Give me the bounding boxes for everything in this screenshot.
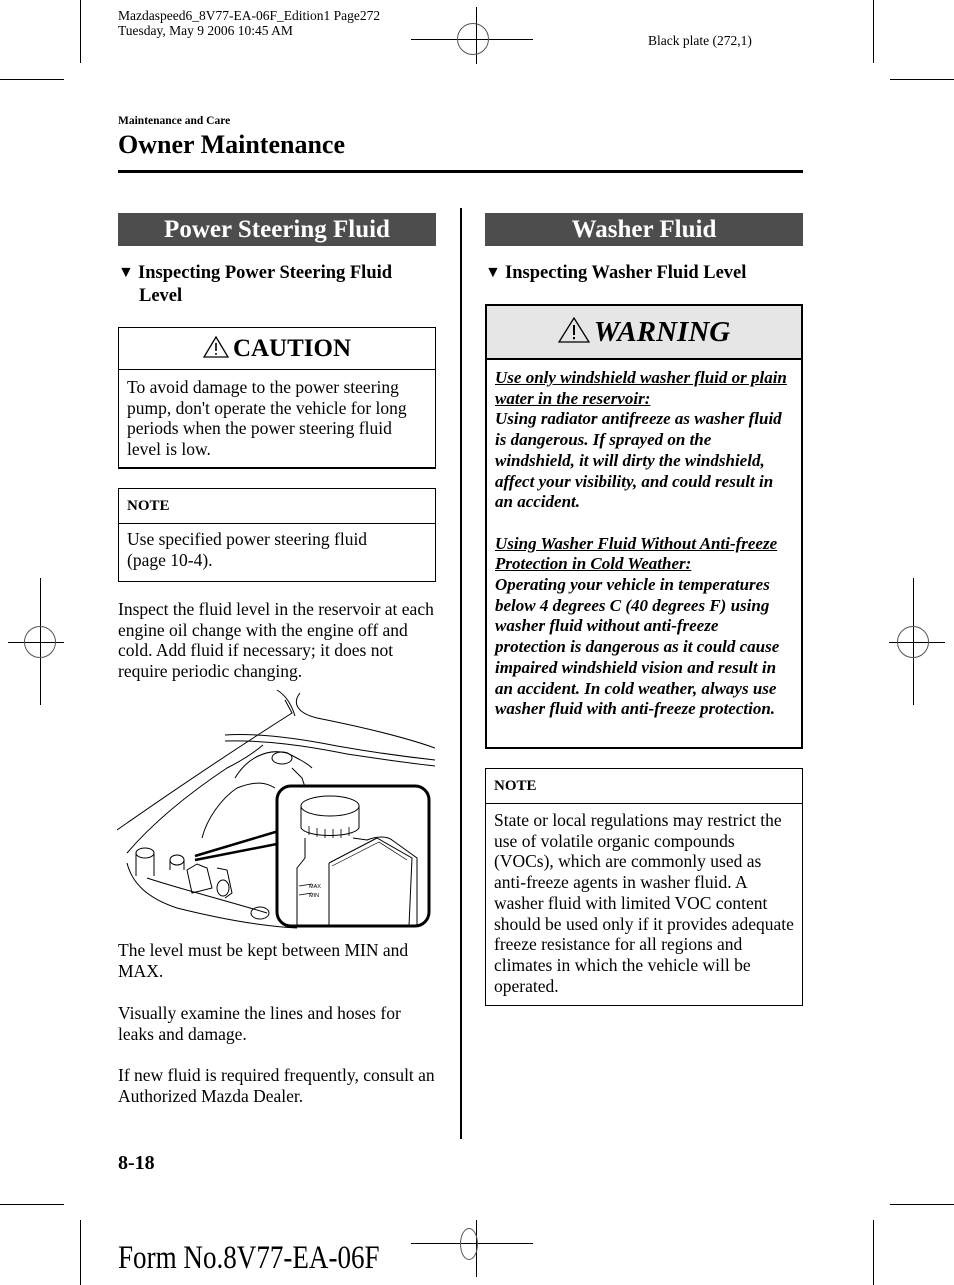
crop-mark bbox=[80, 0, 81, 63]
registration-circle bbox=[457, 23, 489, 55]
subheading-text: Inspecting Power Steering Fluid bbox=[138, 263, 393, 283]
warning-item-2: Using Washer Fluid Without Anti-freeze P… bbox=[495, 534, 793, 720]
paragraph-inspect: Inspect the fluid level in the reservoir… bbox=[118, 599, 434, 682]
registration-circle bbox=[460, 1228, 478, 1260]
warning-body: Use only windshield washer fluid or plai… bbox=[487, 360, 801, 720]
note-header: NOTE bbox=[486, 769, 802, 804]
print-slug: Mazdaspeed6_8V77-EA-06F_Edition1 Page272… bbox=[118, 8, 380, 38]
crop-mark bbox=[873, 0, 874, 63]
note-body-line: Use specified power steering fluid bbox=[127, 529, 368, 549]
slug-timestamp: Tuesday, May 9 2006 10:45 AM bbox=[118, 23, 293, 38]
note-body: State or local regulations may restrict … bbox=[494, 810, 794, 996]
power-steering-reservoir-illustration: MAX MIN bbox=[116, 688, 436, 931]
min-label: MIN bbox=[309, 893, 319, 899]
subheading-inspect-power-steering: ▼ Inspecting Power Steering Fluid Level bbox=[118, 261, 436, 308]
crop-mark bbox=[890, 1204, 954, 1205]
title-rule bbox=[118, 170, 803, 173]
page-title: Owner Maintenance bbox=[118, 130, 345, 159]
section-header-washer-fluid: Washer Fluid bbox=[485, 213, 803, 246]
slug-filename: Mazdaspeed6_8V77-EA-06F_Edition1 Page272 bbox=[118, 8, 381, 23]
registration-circle bbox=[897, 626, 929, 658]
triangle-down-icon: ▼ bbox=[118, 264, 134, 281]
registration-circle bbox=[24, 626, 56, 658]
paragraph-consult: If new fluid is required frequently, con… bbox=[118, 1065, 435, 1106]
paragraph-level: The level must be kept between MIN and M… bbox=[118, 940, 409, 981]
warning-item-heading: Use only windshield washer fluid or plai… bbox=[495, 368, 787, 408]
crop-mark bbox=[890, 79, 954, 80]
subheading-text-cont: Level bbox=[139, 286, 183, 306]
warning-item-1: Use only windshield washer fluid or plai… bbox=[495, 368, 793, 513]
note-body-line: (page 10-4). bbox=[127, 549, 213, 570]
form-number: Form No.8V77-EA-06F bbox=[118, 1240, 380, 1276]
warning-item-heading: Using Washer Fluid Without Anti-freeze P… bbox=[495, 533, 778, 574]
note-box-washer: NOTE State or local regulations may rest… bbox=[485, 768, 803, 1006]
warning-item-text: Operating your vehicle in temperatures b… bbox=[495, 575, 780, 719]
warning-triangle-icon bbox=[202, 330, 230, 371]
caution-box: CAUTION To avoid damage to the power ste… bbox=[118, 327, 436, 469]
plate-label: Black plate (272,1) bbox=[648, 33, 752, 48]
chapter-label: Maintenance and Care bbox=[118, 115, 231, 127]
crop-mark bbox=[0, 1204, 64, 1205]
crop-mark bbox=[0, 79, 64, 80]
warning-triangle-icon bbox=[557, 308, 590, 360]
max-label: MAX bbox=[309, 884, 321, 890]
triangle-down-icon: ▼ bbox=[485, 264, 501, 281]
note-header: NOTE bbox=[119, 489, 435, 524]
column-divider bbox=[460, 208, 462, 1139]
warning-title: WARNING bbox=[593, 316, 731, 348]
crop-mark bbox=[873, 1220, 874, 1285]
paragraph-examine: Visually examine the lines and hoses for… bbox=[118, 1003, 401, 1044]
caution-body: To avoid damage to the power steering pu… bbox=[127, 377, 407, 460]
subheading-inspect-washer: ▼ Inspecting Washer Fluid Level bbox=[485, 261, 815, 285]
note-box-power-steering: NOTE Use specified power steering fluid … bbox=[118, 488, 436, 582]
page-number: 8-18 bbox=[118, 1152, 155, 1174]
warning-item-text: Using radiator antifreeze as washer flui… bbox=[495, 409, 782, 512]
caution-header: CAUTION bbox=[119, 328, 435, 370]
note-body: Use specified power steering fluid (page… bbox=[119, 524, 435, 570]
section-header-power-steering: Power Steering Fluid bbox=[118, 213, 436, 246]
caution-title: CAUTION bbox=[232, 335, 352, 362]
warning-box: WARNING Use only windshield washer fluid… bbox=[485, 304, 803, 749]
warning-header: WARNING bbox=[487, 306, 801, 360]
crop-mark bbox=[80, 1220, 81, 1285]
subheading-text: Inspecting Washer Fluid Level bbox=[505, 263, 747, 283]
